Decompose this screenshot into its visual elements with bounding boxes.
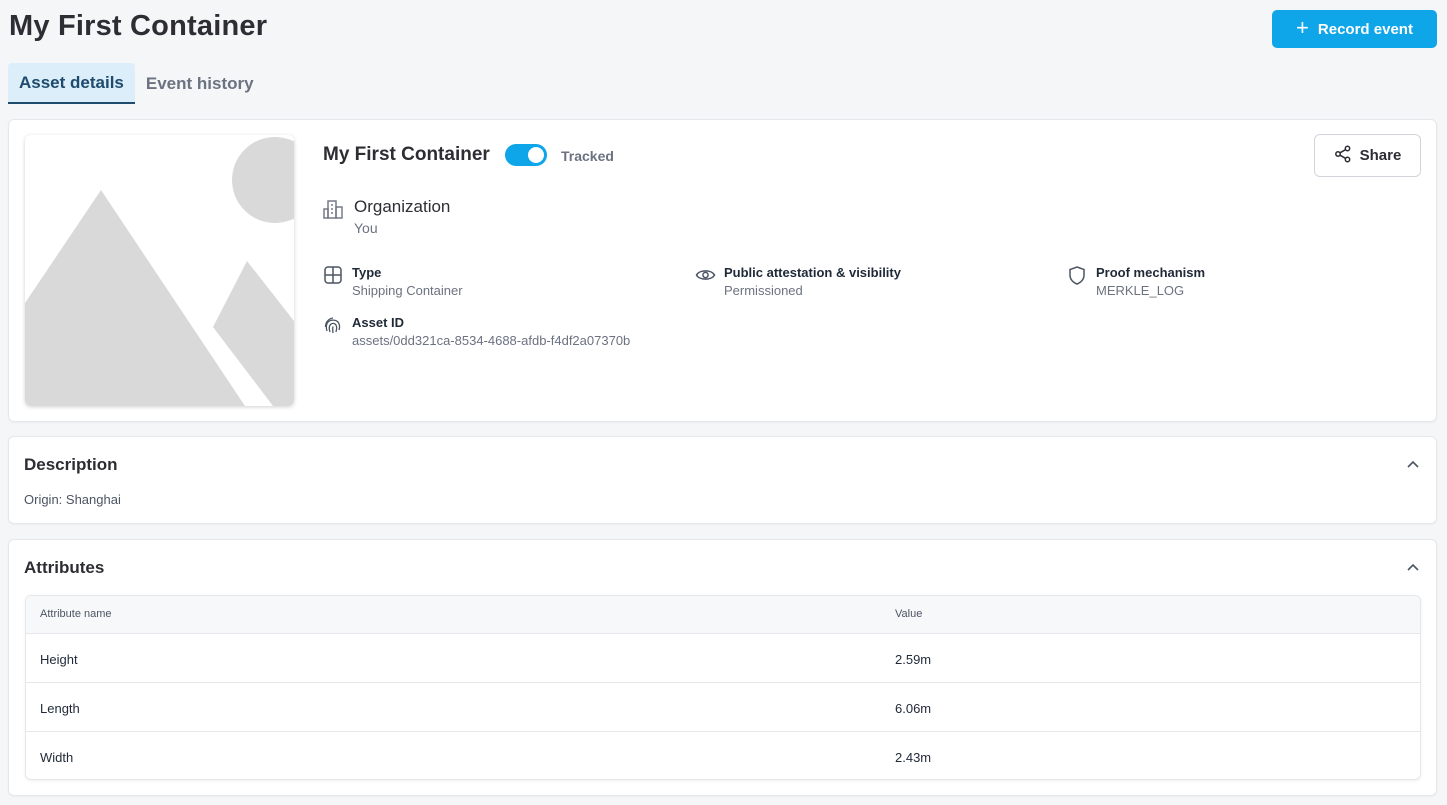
image-placeholder-icon [25,135,294,406]
record-event-button[interactable]: + Record event [1272,10,1437,48]
tab-bar: Asset details Event history [8,63,265,104]
building-icon [323,199,345,224]
tab-asset-details[interactable]: Asset details [8,63,135,104]
description-card: Description Origin: Shanghai [8,436,1437,524]
share-icon [1334,145,1352,167]
type-label: Type [352,265,382,280]
asset-id-value: assets/0dd321ca-8534-4688-afdb-f4df2a073… [352,333,631,348]
chevron-up-icon[interactable] [1406,560,1420,579]
record-event-label: Record event [1317,20,1413,38]
plus-icon: + [1296,15,1309,40]
visibility-value: Permissioned [724,283,803,298]
table-header: Attribute name Value [26,596,1420,634]
attributes-title: Attributes [24,558,105,577]
table-row: Height 2.59m [26,634,1420,683]
organization-title: Organization [354,197,451,216]
organization-value: You [354,220,378,236]
page-title: My First Container [9,10,268,42]
fingerprint-icon [323,315,343,340]
visibility-label: Public attestation & visibility [724,265,901,280]
tab-event-history[interactable]: Event history [135,63,265,104]
proof-value: MERKLE_LOG [1096,283,1185,298]
asset-details-card: My First Container Tracked Share Organiz… [8,119,1437,422]
column-header-value: Value [895,608,923,620]
table-row: Length 6.06m [26,683,1420,732]
column-header-name: Attribute name [40,608,112,620]
attributes-table: Attribute name Value Height 2.59m Length… [25,595,1421,780]
asset-id-label: Asset ID [352,315,405,330]
eye-icon [695,265,716,290]
share-label: Share [1359,147,1402,164]
asset-name: My First Container [323,144,490,165]
description-text: Origin: Shanghai [24,492,121,507]
attribute-name: Length [40,701,80,716]
description-title: Description [24,455,118,474]
tracked-toggle[interactable] [505,144,547,166]
attribute-value: 2.43m [895,750,932,765]
share-button[interactable]: Share [1314,134,1421,177]
shield-icon [1067,265,1087,291]
chevron-up-icon[interactable] [1406,457,1420,476]
tracked-label: Tracked [561,148,614,164]
grid-icon [323,265,343,290]
type-value: Shipping Container [352,283,463,298]
attribute-value: 6.06m [895,701,932,716]
attribute-name: Width [40,750,74,765]
attributes-card: Attributes Attribute name Value Height 2… [8,539,1437,796]
attribute-value: 2.59m [895,652,932,667]
proof-label: Proof mechanism [1096,265,1206,280]
attribute-name: Height [40,652,78,667]
toggle-knob [528,147,544,163]
table-row: Width 2.43m [26,732,1420,779]
